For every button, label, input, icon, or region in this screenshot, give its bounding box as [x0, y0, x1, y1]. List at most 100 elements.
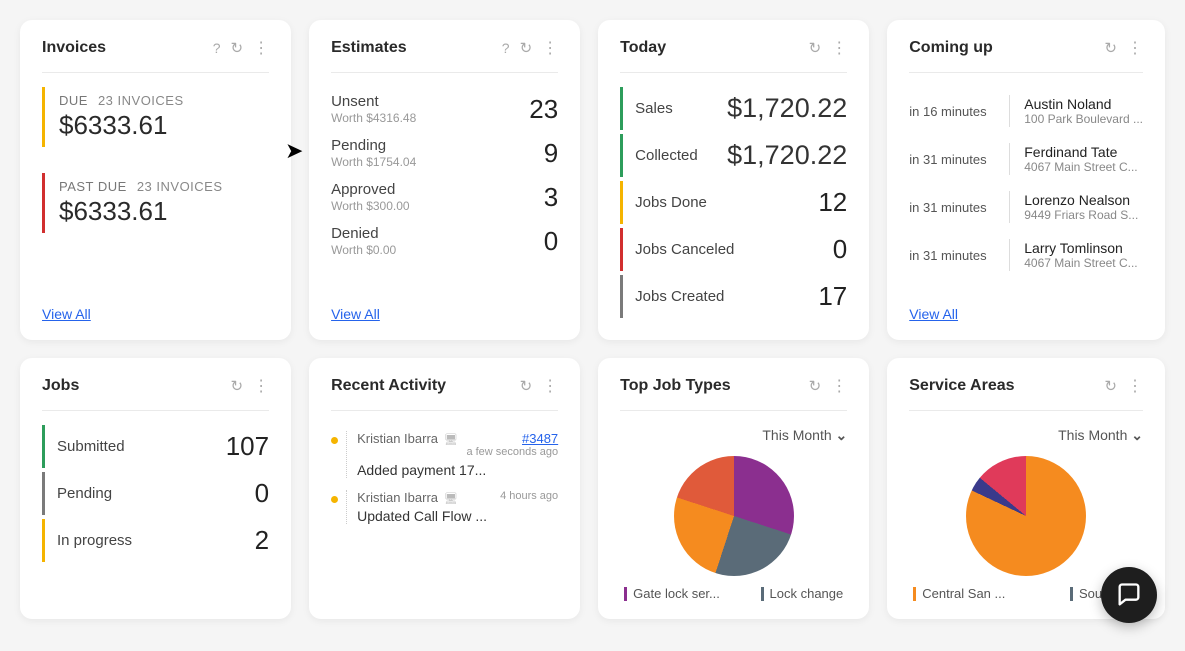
customer-address: 4067 Main Street C...	[1024, 160, 1137, 174]
jobs-value: 0	[255, 478, 269, 509]
activity-description: Added payment 17...	[357, 462, 517, 478]
pastdue-label: PAST DUE	[59, 179, 127, 194]
legend-item: Central San ...	[913, 586, 1005, 601]
activity-item[interactable]: Kristian Ibarra 4 hours ago Updated Call…	[331, 484, 558, 530]
activity-user: Kristian Ibarra	[357, 431, 458, 446]
jobs-row: Submitted 107	[42, 425, 269, 468]
appointment-time: in 31 minutes	[909, 200, 995, 215]
jobs-label: In progress	[57, 532, 132, 549]
estimate-row: Approved Worth $300.00 3	[331, 175, 558, 219]
customer-name: Larry Tomlinson	[1024, 240, 1137, 256]
coming-up-row[interactable]: in 31 minutes Lorenzo Nealson 9449 Friar…	[909, 183, 1143, 231]
device-icon	[444, 431, 458, 446]
refresh-icon[interactable]	[809, 39, 822, 57]
estimate-value: 3	[544, 182, 558, 213]
jobs-value: 2	[255, 525, 269, 556]
estimate-label: Denied	[331, 225, 396, 242]
refresh-icon[interactable]	[520, 39, 533, 57]
appointment-time: in 31 minutes	[909, 248, 995, 263]
card-title: Today	[620, 39, 666, 57]
period-dropdown[interactable]: This Month	[909, 425, 1143, 452]
invoices-pastdue-block: PAST DUE 23 INVOICES $6333.61	[42, 173, 269, 233]
chat-widget-button[interactable]	[1101, 567, 1157, 623]
refresh-icon[interactable]	[1104, 377, 1117, 395]
jobs-card: Jobs Submitted 107 Pending 0 In progress…	[20, 358, 291, 619]
legend-label: Lock change	[770, 586, 844, 601]
coming-up-row[interactable]: in 16 minutes Austin Noland 100 Park Bou…	[909, 87, 1143, 135]
customer-address: 9449 Friars Road S...	[1024, 208, 1138, 222]
view-all-link[interactable]: View All	[909, 296, 1143, 322]
pastdue-count: 23 INVOICES	[137, 179, 223, 194]
pastdue-amount: $6333.61	[59, 196, 269, 227]
activity-dot-icon	[331, 496, 338, 503]
more-icon[interactable]	[253, 38, 269, 58]
appointment-time: in 31 minutes	[909, 152, 995, 167]
refresh-icon[interactable]	[809, 377, 822, 395]
refresh-icon[interactable]	[520, 377, 533, 395]
legend-label: Central San ...	[922, 586, 1005, 601]
legend-swatch-icon	[761, 587, 764, 601]
today-label: Sales	[635, 100, 673, 117]
today-row: Jobs Created 17	[620, 275, 847, 318]
activity-timestamp: 4 hours ago	[500, 490, 558, 503]
customer-address: 100 Park Boulevard ...	[1024, 112, 1143, 126]
activity-item[interactable]: Kristian Ibarra #3487 a few seconds ago …	[331, 425, 558, 484]
due-label: DUE	[59, 93, 88, 108]
coming-up-card: Coming up in 16 minutes Austin Noland 10…	[887, 20, 1165, 340]
estimate-worth: Worth $4316.48	[331, 111, 416, 125]
estimate-worth: Worth $300.00	[331, 199, 410, 213]
more-icon[interactable]	[1127, 38, 1143, 58]
activity-user: Kristian Ibarra	[357, 490, 458, 505]
more-icon[interactable]	[831, 376, 847, 396]
coming-up-row[interactable]: in 31 minutes Ferdinand Tate 4067 Main S…	[909, 135, 1143, 183]
estimates-card: Estimates Unsent Worth $4316.48 23 Pendi…	[309, 20, 580, 340]
card-title: Jobs	[42, 377, 79, 395]
legend-label: Gate lock ser...	[633, 586, 720, 601]
customer-address: 4067 Main Street C...	[1024, 256, 1137, 270]
estimate-value: 23	[529, 94, 558, 125]
activity-dot-icon	[331, 437, 338, 444]
today-row: Jobs Done 12	[620, 181, 847, 224]
invoices-due-block: DUE 23 INVOICES $6333.61	[42, 87, 269, 147]
more-icon[interactable]	[542, 376, 558, 396]
estimate-value: 0	[544, 226, 558, 257]
today-label: Collected	[635, 147, 698, 164]
invoices-card: Invoices DUE 23 INVOICES $6333.61 PAST D…	[20, 20, 291, 340]
estimate-worth: Worth $1754.04	[331, 155, 416, 169]
today-value: 12	[818, 187, 847, 218]
estimate-label: Unsent	[331, 93, 416, 110]
due-amount: $6333.61	[59, 110, 269, 141]
card-title: Recent Activity	[331, 377, 446, 395]
activity-link[interactable]: #3487	[466, 431, 558, 446]
legend-swatch-icon	[1070, 587, 1073, 601]
view-all-link[interactable]: View All	[42, 296, 269, 322]
device-icon	[444, 490, 458, 505]
today-label: Jobs Canceled	[635, 241, 734, 258]
view-all-link[interactable]: View All	[331, 296, 558, 322]
refresh-icon[interactable]	[231, 39, 244, 57]
card-title: Service Areas	[909, 377, 1014, 395]
card-title: Coming up	[909, 39, 993, 57]
more-icon[interactable]	[831, 38, 847, 58]
jobs-label: Pending	[57, 485, 112, 502]
jobs-label: Submitted	[57, 438, 125, 455]
today-label: Jobs Created	[635, 288, 724, 305]
coming-up-row[interactable]: in 31 minutes Larry Tomlinson 4067 Main …	[909, 231, 1143, 279]
card-title: Estimates	[331, 39, 407, 57]
legend-swatch-icon	[913, 587, 916, 601]
help-icon[interactable]	[213, 40, 221, 56]
estimate-worth: Worth $0.00	[331, 243, 396, 257]
help-icon[interactable]	[502, 40, 510, 56]
mouse-cursor-icon: ➤	[285, 138, 303, 164]
customer-name: Ferdinand Tate	[1024, 144, 1137, 160]
more-icon[interactable]	[542, 38, 558, 58]
more-icon[interactable]	[253, 376, 269, 396]
jobs-row: In progress 2	[42, 519, 269, 562]
today-label: Jobs Done	[635, 194, 707, 211]
today-value: 17	[818, 281, 847, 312]
period-dropdown[interactable]: This Month	[620, 425, 847, 452]
refresh-icon[interactable]	[231, 377, 244, 395]
refresh-icon[interactable]	[1104, 39, 1117, 57]
today-value: $1,720.22	[727, 140, 847, 171]
more-icon[interactable]	[1127, 376, 1143, 396]
